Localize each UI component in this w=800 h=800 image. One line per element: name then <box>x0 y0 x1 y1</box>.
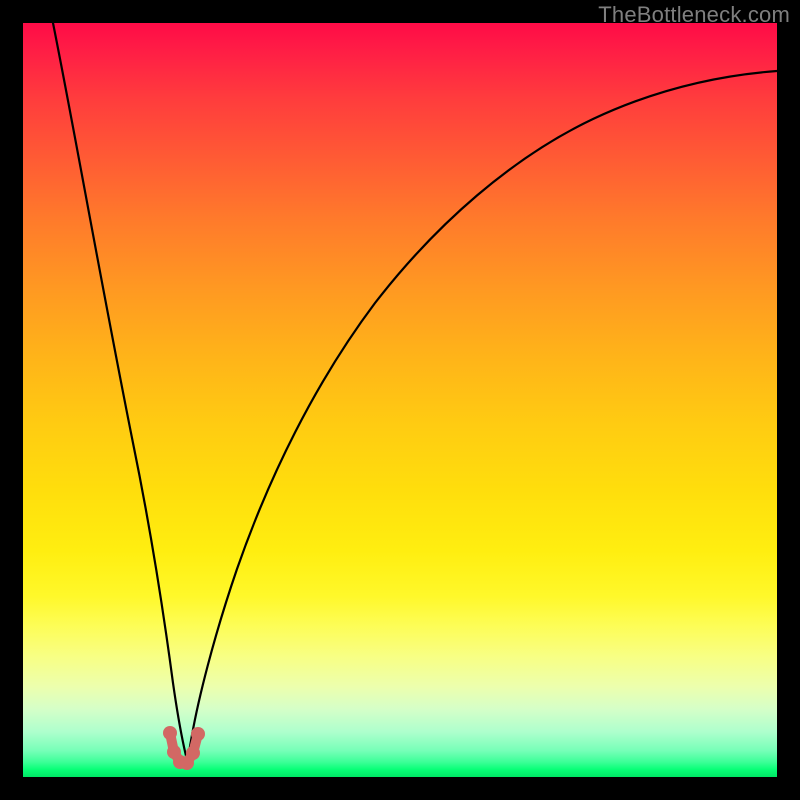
chart-frame: TheBottleneck.com <box>0 0 800 800</box>
marker-dot <box>186 746 200 760</box>
marker-dot <box>163 726 177 740</box>
watermark-text: TheBottleneck.com <box>598 2 790 28</box>
bottleneck-curve <box>53 23 777 761</box>
plot-area <box>23 23 777 777</box>
curve-layer <box>23 23 777 777</box>
marker-dot <box>191 727 205 741</box>
